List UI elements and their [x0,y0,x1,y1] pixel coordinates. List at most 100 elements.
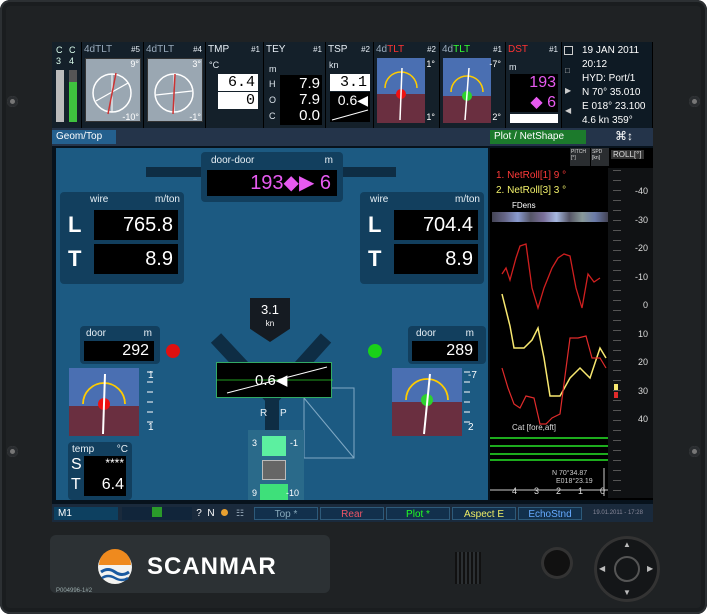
dst-value: 193 [529,74,556,91]
sensor-title: 4dTLT [376,44,404,55]
info-panel: □ ▶ ◀ 19 JAN 2011 20:12 HYD: Port/1 N 70… [562,42,653,128]
trawl-letter: T [71,476,81,493]
screw-icon [7,446,18,457]
mode-button-m1[interactable]: M1 [54,507,118,520]
record-icon[interactable] [220,507,228,520]
speed-toggle[interactable]: SPD [kn] [591,148,609,166]
length-letter: L [68,212,82,237]
tilt-sensor-1[interactable]: 4dTLT #1 -7° 2° [440,42,506,128]
wire-right-box[interactable]: wire m/ton L T 704.4 8.9 [360,192,484,284]
sensor-number: #4 [193,45,202,54]
roll-marker-yellow [614,384,618,390]
tab-rear[interactable]: Rear [320,507,384,520]
tsp-unit: kn [329,60,339,70]
tilt-top-value: 1° [426,59,435,69]
door-unit: m [465,328,474,339]
sensor-number: #1 [493,45,502,54]
wire-left-box[interactable]: wire m/ton L T 765.8 8.9 [60,192,184,284]
tab-top[interactable]: Top * [254,507,318,520]
wire-label: wire [90,194,109,205]
speed-unit: kn [265,319,275,328]
plot-netshape-panel: PITCH [°] SPD [kn] ROLL[°] 1. NetRoll[1]… [490,148,653,500]
wire-length-value: 765.8 [94,210,178,240]
display-screen: C C 3 4 4dTLT #5 9° -10° 4dTLT #4 3° -1°… [52,42,653,522]
help-button[interactable]: ? [194,507,204,520]
hyd-text: HYD: Port/1 [582,73,636,84]
tsp-trim-box: 0.6◀ [330,92,370,122]
arrow-right-icon[interactable]: ▶ [647,564,653,573]
tilt-sensor-4[interactable]: 4dTLT #4 3° -1° [144,42,206,128]
dst-sensor[interactable]: DST #1 m 193 ◆ 6 [506,42,562,128]
sensor-number: #1 [251,45,260,54]
tab-plot[interactable]: Plot * [386,507,450,520]
square-icon: □ [565,66,570,75]
geom-top-panel: door-door m 193◆▶ 6 wire m/ton L T 765.8… [56,148,488,500]
layout-toggle-icon[interactable]: ⌘↕ [615,129,633,143]
tab-echostnd[interactable]: EchoStnd [518,507,582,520]
sensor-title: TEY [266,44,286,55]
door-right-box[interactable]: door m 289 [408,326,486,364]
center-select-button[interactable] [614,556,640,582]
arrow-up-icon[interactable]: ▲ [623,540,631,549]
door-left-box[interactable]: door m 292 [80,326,160,364]
keyboard-icon[interactable]: ☷ [232,507,248,520]
c-label: C [69,45,76,55]
navigation-pad[interactable]: ▲ ▼ ◀ ▶ [594,536,660,602]
sensor-title-prefix: 4d [442,44,454,55]
north-up-button[interactable]: N [206,507,216,520]
bottom-toolbar: M1 ? N ☷ Top * Rear Plot * Aspect E Echo… [52,504,653,522]
sensor-number: #5 [131,45,140,54]
door-door-box[interactable]: door-door m 193◆▶ 6 [201,152,343,202]
screw-icon [689,446,700,457]
temp-box[interactable]: temp °C S T **** 6.4 [68,442,132,500]
tab-plot-netshape[interactable]: Plot / NetShape [490,130,586,144]
sensor-title: DST [508,44,528,55]
fdens-bar [492,212,608,222]
signal-level [69,82,77,122]
roll-label: R [260,408,268,419]
tab-aspect[interactable]: Aspect E [452,507,516,520]
view-title-strip: Geom/Top Plot / NetShape ⌘↕ [52,128,653,146]
plot-east-position: E018°23.19 [556,478,593,485]
triangle-icon: ▶ [565,86,572,95]
wire-tension-value: 8.9 [94,244,178,274]
pitch-toggle[interactable]: PITCH [°] [570,148,590,166]
control-knob[interactable] [544,550,570,576]
trawl-bottom-panel [260,484,288,500]
tsp-sensor[interactable]: TSP #2 kn 3.1 0.6◀ [326,42,374,128]
tey-value: 0.0 [299,107,320,124]
trim-indicator[interactable]: 0.6◀ [216,362,333,398]
tey-unit-letter: H [269,79,276,89]
sensor-number: #2 [361,45,370,54]
arrow-down-icon[interactable]: ▼ [623,588,631,597]
door-value: 292 [84,341,154,361]
tab-geom-top[interactable]: Geom/Top [52,130,116,144]
tilt-top-value: -7° [489,59,501,69]
date-text: 19 JAN 2011 [582,45,640,56]
temp-t-value: 6.4 [101,476,124,493]
door-value: 289 [412,341,478,361]
sensor-title: 4dTLT [442,44,470,55]
tey-sensor[interactable]: TEY #1 m H O C 7.9 7.9 0.0 [264,42,326,128]
trawl-mid-panel [262,460,286,480]
trim-value: 0.6◀ [255,372,288,389]
sensor-number: #1 [549,45,558,54]
tmp-sensor[interactable]: TMP #1 °C 6.4 0 [206,42,264,128]
tilt-sensor-2[interactable]: 4dTLT #2 1° 1° [374,42,440,128]
tension-letter: T [68,246,82,271]
tmp-value: 0 [218,92,258,109]
wire-unit: m/ton [454,194,480,205]
roll-tick-label: -20 [634,243,648,253]
attitude-indicator [443,58,491,123]
tilt-bottom-value: 1° [426,112,435,122]
tilt-bottom-value: -1° [189,112,201,122]
checkbox-icon[interactable] [564,46,573,55]
north-position: N 70° 35.010 [582,87,641,98]
tilt-sensor-5[interactable]: 4dTLT #5 9° -10° [82,42,144,128]
c-label: C [56,45,63,55]
attitude-indicator-right [392,368,462,436]
tilt-bottom-value: -10° [122,112,139,122]
arrow-left-icon[interactable]: ◀ [599,564,605,573]
c-label: 3 [56,56,62,66]
tey-unit-letter: C [269,111,276,121]
